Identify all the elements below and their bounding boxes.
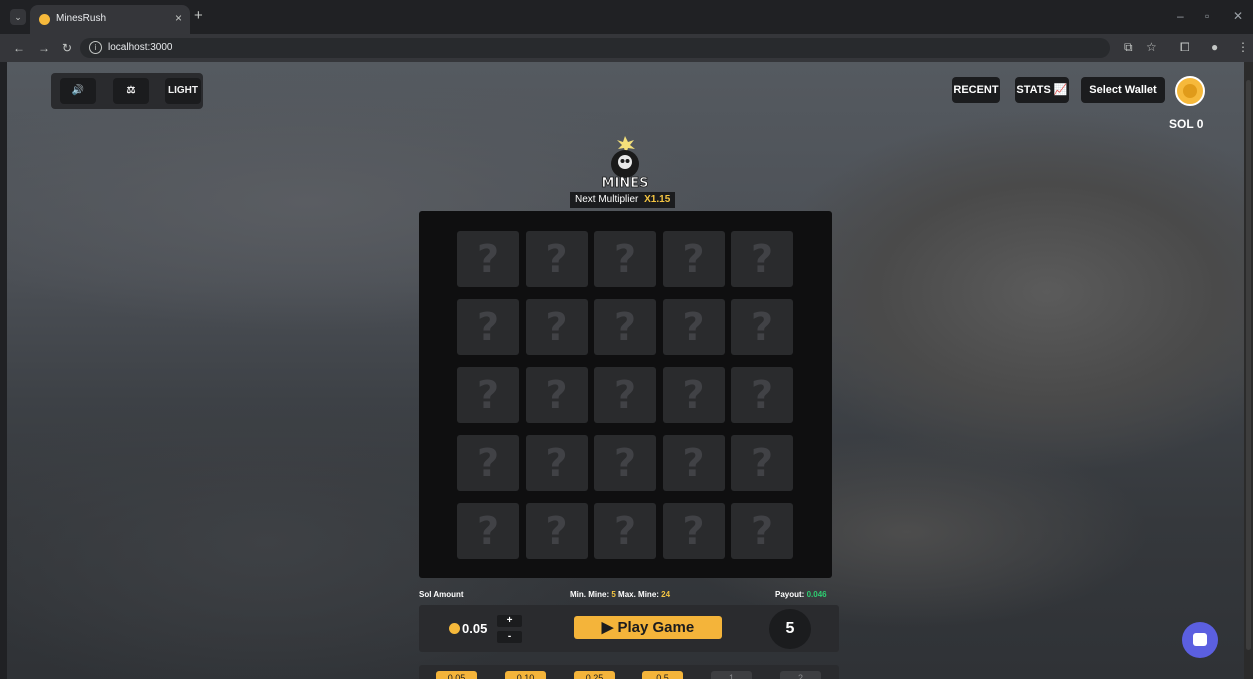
fairness-button[interactable]: ⚖ [113, 78, 149, 104]
back-icon[interactable]: ← [13, 41, 25, 55]
chat-button[interactable] [1182, 622, 1218, 658]
bet-panel: 0.05 + - ▶ Play Game 5 [419, 605, 839, 652]
mine-tile[interactable]: ? [662, 231, 725, 287]
speaker-icon: 🔊 [71, 85, 85, 96]
extensions-icon[interactable]: ⧠ [1180, 40, 1190, 55]
settings-group: 🔊 ⚖ LIGHT [51, 73, 203, 109]
next-multiplier-label: Next Multiplier [575, 194, 639, 205]
scrollbar-thumb[interactable] [1246, 80, 1251, 650]
site-info-icon[interactable]: i [89, 41, 102, 54]
profile-icon[interactable]: ● [1211, 40, 1218, 54]
mine-tile[interactable]: ? [731, 367, 793, 423]
wallet-avatar[interactable] [1175, 76, 1205, 106]
tab-search-button[interactable]: ⌄ [10, 9, 26, 25]
next-multiplier-value: X1.15 [644, 194, 671, 205]
sol-amount-label: Sol Amount [419, 590, 464, 599]
sol-coin-icon [449, 623, 460, 634]
mine-tile[interactable]: ? [525, 435, 588, 491]
mine-tile[interactable]: ? [457, 231, 519, 287]
max-mine-value: 24 [661, 590, 671, 599]
recent-button[interactable]: RECENT [952, 77, 1000, 103]
forward-icon[interactable]: → [38, 41, 50, 55]
browser-tab[interactable]: MinesRush × [30, 5, 190, 34]
max-mine-label: Max. Mine: [618, 590, 659, 599]
mine-tile[interactable]: ? [457, 367, 519, 423]
address-bar: ← → ↻ i localhost:3000 ⧉ ☆ ⧠ ● ⋮ [0, 34, 1253, 62]
play-game-button[interactable]: ▶ Play Game [574, 616, 722, 639]
mine-tile[interactable]: ? [525, 299, 588, 355]
mine-tile[interactable]: ? [662, 435, 725, 491]
decrease-amount-button[interactable]: - [497, 631, 522, 643]
mine-tile[interactable]: ? [731, 435, 793, 491]
mine-tile[interactable]: ? [457, 435, 519, 491]
mine-tile[interactable]: ? [594, 503, 656, 559]
bet-amount: 0.05 [462, 621, 488, 636]
mine-tile[interactable]: ? [662, 503, 725, 559]
sound-toggle-button[interactable]: 🔊 [60, 78, 96, 104]
preset-amount-button[interactable]: 0.10 [505, 671, 546, 679]
tab-close-icon[interactable]: × [175, 11, 182, 25]
install-app-icon[interactable]: ⧉ [1124, 40, 1133, 55]
browser-menu-icon[interactable]: ⋮ [1237, 40, 1249, 54]
favicon-icon [39, 14, 50, 25]
bookmark-star-icon[interactable]: ☆ [1146, 40, 1157, 54]
mine-count-selector[interactable]: 5 [769, 609, 811, 649]
url-text[interactable]: localhost:3000 [108, 42, 173, 53]
minimize-icon[interactable]: – [1177, 9, 1184, 23]
payout-value: 0.046 [806, 590, 827, 599]
sol-balance: SOL 0 [1169, 117, 1204, 131]
game-page: 🔊 ⚖ LIGHT RECENT STATS 📈 Select Wallet S… [7, 62, 1244, 679]
select-wallet-button[interactable]: Select Wallet [1081, 77, 1165, 103]
min-mine-value: 5 [611, 590, 616, 599]
preset-amount-button[interactable]: 0.05 [436, 671, 477, 679]
mine-tile[interactable]: ? [662, 299, 725, 355]
mine-tile[interactable]: ? [457, 503, 519, 559]
preset-amounts: 0.05 0.10 0.25 0.5 1 2 [419, 665, 839, 679]
mine-tile[interactable]: ? [525, 367, 588, 423]
preset-amount-button[interactable]: 0.5 [642, 671, 683, 679]
mines-logo: MINES [601, 136, 649, 191]
theme-toggle-button[interactable]: LIGHT [165, 78, 201, 104]
browser-tab-bar: ⌄ MinesRush × + – ▫ ✕ [0, 0, 1253, 34]
mine-tile[interactable]: ? [662, 367, 725, 423]
mine-tile[interactable]: ? [525, 231, 588, 287]
mine-tile[interactable]: ? [594, 231, 656, 287]
payout-label: Payout: [775, 590, 805, 599]
mine-limits: Min. Mine: 5 Max. Mine: 24 [570, 590, 670, 599]
next-multiplier: Next Multiplier X1.15 [570, 192, 676, 208]
new-tab-button[interactable]: + [194, 7, 203, 24]
mine-tile[interactable]: ? [594, 435, 656, 491]
preset-amount-button[interactable]: 0.25 [574, 671, 615, 679]
restore-icon[interactable]: ▫ [1205, 9, 1209, 23]
omnibox[interactable]: i localhost:3000 [80, 38, 1110, 58]
mine-tile[interactable]: ? [457, 299, 519, 355]
scale-icon: ⚖ [126, 85, 136, 96]
stats-button[interactable]: STATS 📈 [1015, 77, 1069, 103]
reload-icon[interactable]: ↻ [62, 41, 72, 55]
preset-amount-button[interactable]: 1 [711, 671, 752, 679]
game-board: ????????????????????????? [419, 211, 832, 578]
mine-tile[interactable]: ? [731, 503, 793, 559]
close-window-icon[interactable]: ✕ [1233, 9, 1243, 23]
tile-grid: ????????????????????????? [457, 231, 793, 559]
mine-tile[interactable]: ? [594, 367, 656, 423]
preset-amount-button[interactable]: 2 [780, 671, 821, 679]
tab-title: MinesRush [56, 13, 107, 24]
increase-amount-button[interactable]: + [497, 615, 522, 627]
mine-tile[interactable]: ? [731, 231, 793, 287]
mine-tile[interactable]: ? [525, 503, 588, 559]
mine-tile[interactable]: ? [731, 299, 793, 355]
mine-tile[interactable]: ? [594, 299, 656, 355]
min-mine-label: Min. Mine: [570, 590, 610, 599]
payout: Payout: 0.046 [775, 590, 827, 599]
page-scrollbar[interactable] [1244, 62, 1253, 679]
logo-text: MINES [602, 176, 649, 191]
